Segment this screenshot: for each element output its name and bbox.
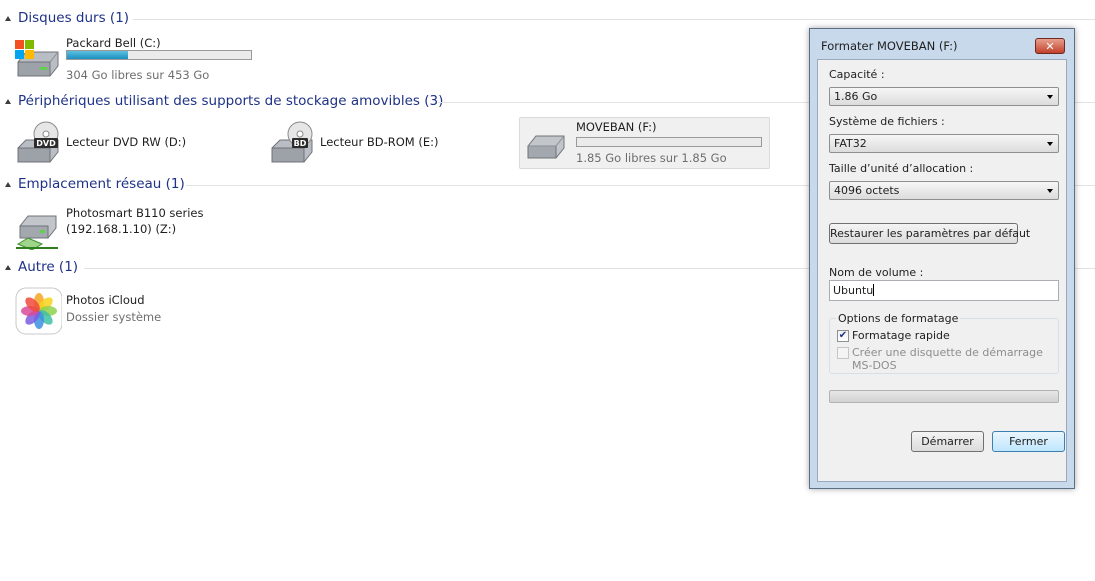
dvd-badge: DVD xyxy=(36,139,56,148)
removable-drive-icon xyxy=(527,135,565,159)
drive-usage-bar xyxy=(576,137,762,147)
filesystem-select[interactable]: FAT32 xyxy=(829,134,1059,153)
filesystem-label: Système de fichiers : xyxy=(829,115,945,128)
capacity-label: Capacité : xyxy=(829,68,885,81)
msdos-boot-disk-checkbox[interactable] xyxy=(837,347,849,359)
drive-tile-c[interactable]: Packard Bell (C:) 304 Go libres sur 453 … xyxy=(14,34,264,82)
format-options-legend: Options de formatage xyxy=(836,312,961,325)
volume-name-input[interactable]: Ubuntu xyxy=(829,280,1059,301)
capacity-value: 1.86 Go xyxy=(834,90,878,103)
dialog-body: Capacité : 1.86 Go Système de fichiers :… xyxy=(817,59,1067,482)
chevron-down-icon xyxy=(1047,95,1053,99)
drive-tile-e[interactable]: BD Lecteur BD-ROM (E:) xyxy=(268,118,508,166)
drive-name-line1: Photosmart B110 series xyxy=(66,206,204,220)
group-title: Autre (1) xyxy=(18,259,79,275)
msdos-boot-disk-label-line2: MS-DOS xyxy=(852,359,897,372)
allocation-label: Taille d’unité d’allocation : xyxy=(829,162,974,175)
folder-name: Photos iCloud xyxy=(66,293,145,307)
drive-name-line2: (192.168.1.10) (Z:) xyxy=(66,222,177,236)
text-caret xyxy=(873,284,875,296)
capacity-select[interactable]: 1.86 Go xyxy=(829,87,1059,106)
drive-name: Lecteur DVD RW (D:) xyxy=(66,135,187,149)
group-header-hard-disks[interactable]: Disques durs (1) xyxy=(0,10,1095,28)
group-divider xyxy=(133,19,1095,20)
drive-tile-d[interactable]: DVD Lecteur DVD RW (D:) xyxy=(14,118,254,166)
drive-tile-z[interactable]: Photosmart B110 series (192.168.1.10) (Z… xyxy=(14,204,254,252)
collapse-triangle-icon[interactable] xyxy=(5,265,11,270)
format-dialog: Formater MOVEBAN (F:) ✕ Capacité : 1.86 … xyxy=(809,28,1075,489)
quick-format-label[interactable]: Formatage rapide xyxy=(852,329,950,342)
chevron-down-icon xyxy=(1047,189,1053,193)
allocation-select[interactable]: 4096 octets xyxy=(829,181,1059,200)
chevron-down-icon xyxy=(1047,142,1053,146)
drive-free-space: 304 Go libres sur 453 Go xyxy=(66,68,210,82)
folder-type: Dossier système xyxy=(66,310,162,324)
network-drive-icon xyxy=(16,215,58,250)
restore-defaults-button[interactable]: Restaurer les paramètres par défaut xyxy=(829,223,1030,244)
dialog-title: Formater MOVEBAN (F:) xyxy=(821,39,958,53)
windows-hard-drive-icon xyxy=(15,40,59,77)
icloud-photos-icon xyxy=(15,287,62,335)
volume-name-label: Nom de volume : xyxy=(829,266,924,279)
folder-tile-icloud[interactable]: Photos iCloud Dossier système xyxy=(14,285,254,335)
group-title: Disques durs (1) xyxy=(18,10,130,26)
drive-tile-f[interactable]: MOVEBAN (F:) 1.85 Go libres sur 1.85 Go xyxy=(519,117,770,169)
close-icon: ✕ xyxy=(1045,40,1055,53)
group-title: Emplacement réseau (1) xyxy=(18,176,185,192)
msdos-boot-disk-label: Créer une disquette de démarrage MS-DOS xyxy=(852,346,1043,372)
drive-name: MOVEBAN (F:) xyxy=(576,120,657,134)
drive-name: Lecteur BD-ROM (E:) xyxy=(320,135,439,149)
close-button[interactable]: ✕ xyxy=(1035,38,1065,54)
collapse-triangle-icon[interactable] xyxy=(5,99,11,104)
drive-name: Packard Bell (C:) xyxy=(66,36,161,50)
collapse-triangle-icon[interactable] xyxy=(5,16,11,21)
filesystem-value: FAT32 xyxy=(834,137,867,150)
volume-name-value: Ubuntu xyxy=(833,284,875,297)
volume-name-text: Ubuntu xyxy=(833,284,874,297)
drive-usage-bar xyxy=(66,50,252,60)
dvd-drive-icon: DVD xyxy=(17,121,59,163)
drive-usage-fill xyxy=(67,51,128,59)
allocation-value: 4096 octets xyxy=(834,184,900,197)
drive-free-space: 1.85 Go libres sur 1.85 Go xyxy=(576,151,727,165)
bd-drive-icon: BD xyxy=(271,121,313,163)
close-dialog-button[interactable]: Fermer xyxy=(992,431,1065,452)
format-progress-bar xyxy=(829,390,1059,403)
group-title: Périphériques utilisant des supports de … xyxy=(18,93,444,109)
start-button[interactable]: Démarrer xyxy=(911,431,984,452)
msdos-boot-disk-label-line1: Créer une disquette de démarrage xyxy=(852,346,1043,359)
quick-format-checkbox[interactable]: ✔ xyxy=(837,330,849,342)
bd-badge: BD xyxy=(294,139,307,148)
collapse-triangle-icon[interactable] xyxy=(5,182,11,187)
